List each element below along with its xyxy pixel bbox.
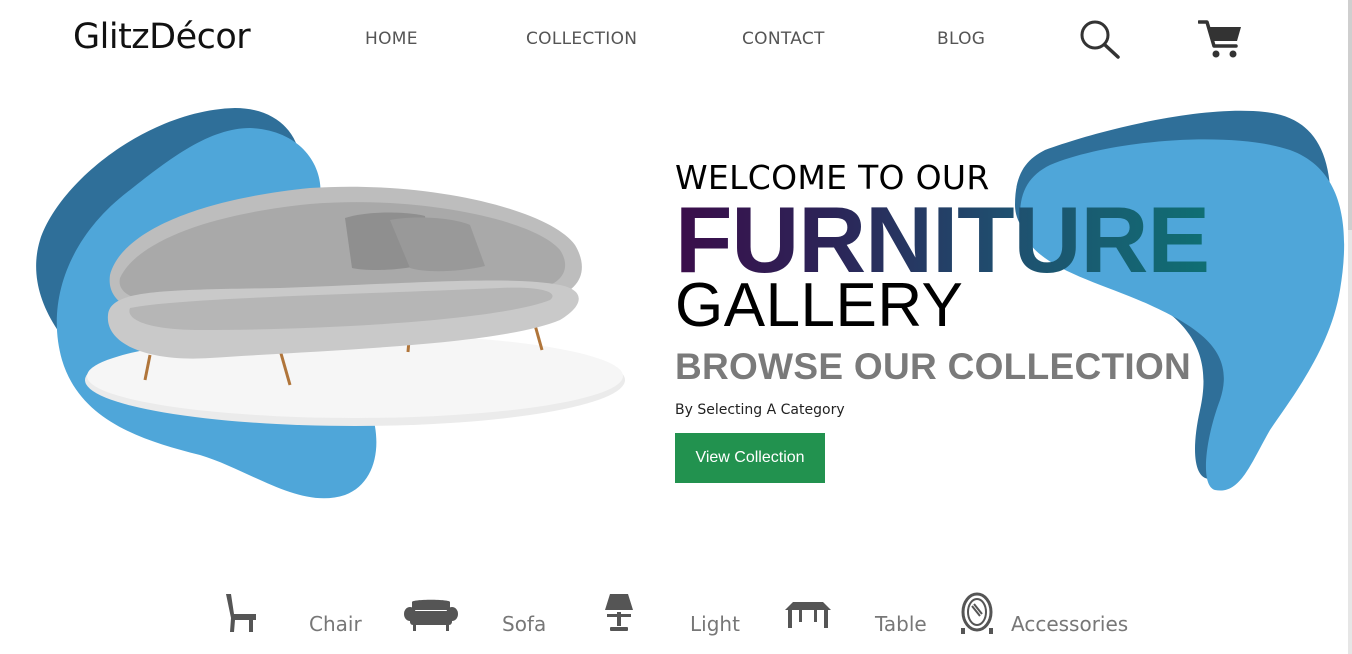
curved-sofa-image [85,186,625,426]
search-icon[interactable] [1078,18,1122,64]
nav-contact-link[interactable]: CONTACT [742,29,825,49]
category-sofa-label[interactable]: Sofa [502,612,546,636]
sofa-icon[interactable] [404,598,458,638]
category-light-label[interactable]: Light [690,612,740,636]
chair-icon[interactable] [222,592,260,638]
nav-home-link[interactable]: HOME [365,29,418,49]
category-table-label[interactable]: Table [875,612,927,636]
table-icon[interactable] [785,600,831,636]
hero-gallery-text: GALLERY [675,271,964,340]
mirror-icon[interactable] [959,592,995,640]
hero-caption: By Selecting A Category [675,402,845,418]
nav-collection-link[interactable]: COLLECTION [526,29,637,49]
lamp-icon[interactable] [604,592,634,638]
category-chair-label[interactable]: Chair [309,612,362,636]
view-collection-button[interactable]: View Collection [675,433,825,483]
hero-subheading: BROWSE OUR COLLECTION [675,346,1192,387]
nav-blog-link[interactable]: BLOG [937,29,985,49]
cart-icon[interactable] [1197,18,1244,64]
category-accessories-label[interactable]: Accessories [1011,612,1128,636]
brand-logo[interactable]: GlitzDécor [73,17,251,57]
